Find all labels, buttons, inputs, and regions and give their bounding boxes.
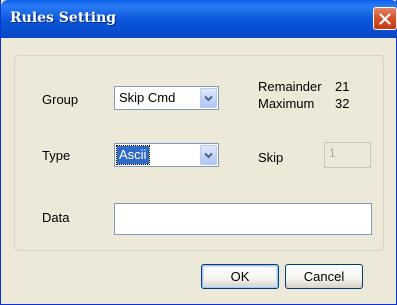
cancel-button[interactable]: Cancel	[285, 264, 363, 289]
group-dropdown-button[interactable]	[200, 88, 217, 108]
chevron-down-icon	[204, 95, 213, 102]
group-label: Group	[42, 92, 79, 107]
title-bar[interactable]: Rules Setting	[1, 0, 397, 38]
maximum-value: 32	[335, 96, 350, 111]
ok-button[interactable]: OK	[201, 264, 279, 289]
group-select[interactable]: Skip Cmd	[114, 86, 219, 110]
chevron-down-icon	[204, 152, 213, 159]
type-select[interactable]: Ascii	[114, 143, 219, 167]
remainder-value: 21	[335, 79, 350, 94]
type-dropdown-button[interactable]	[200, 145, 217, 165]
type-select-value: Ascii	[115, 145, 151, 165]
window-title: Rules Setting	[10, 10, 117, 26]
data-label: Data	[42, 210, 70, 225]
skip-field: 1	[324, 142, 371, 168]
remainder-label: Remainder	[258, 79, 322, 94]
data-input[interactable]	[114, 203, 372, 235]
skip-value: 1	[329, 146, 336, 160]
type-label: Type	[42, 148, 71, 163]
skip-label: Skip	[258, 150, 284, 165]
close-button[interactable]	[373, 7, 397, 30]
close-icon	[379, 13, 391, 25]
maximum-label: Maximum	[258, 96, 315, 111]
rules-setting-dialog: Rules Setting Group Skip Cmd Remainder 2…	[0, 0, 397, 305]
group-select-value: Skip Cmd	[119, 90, 176, 105]
